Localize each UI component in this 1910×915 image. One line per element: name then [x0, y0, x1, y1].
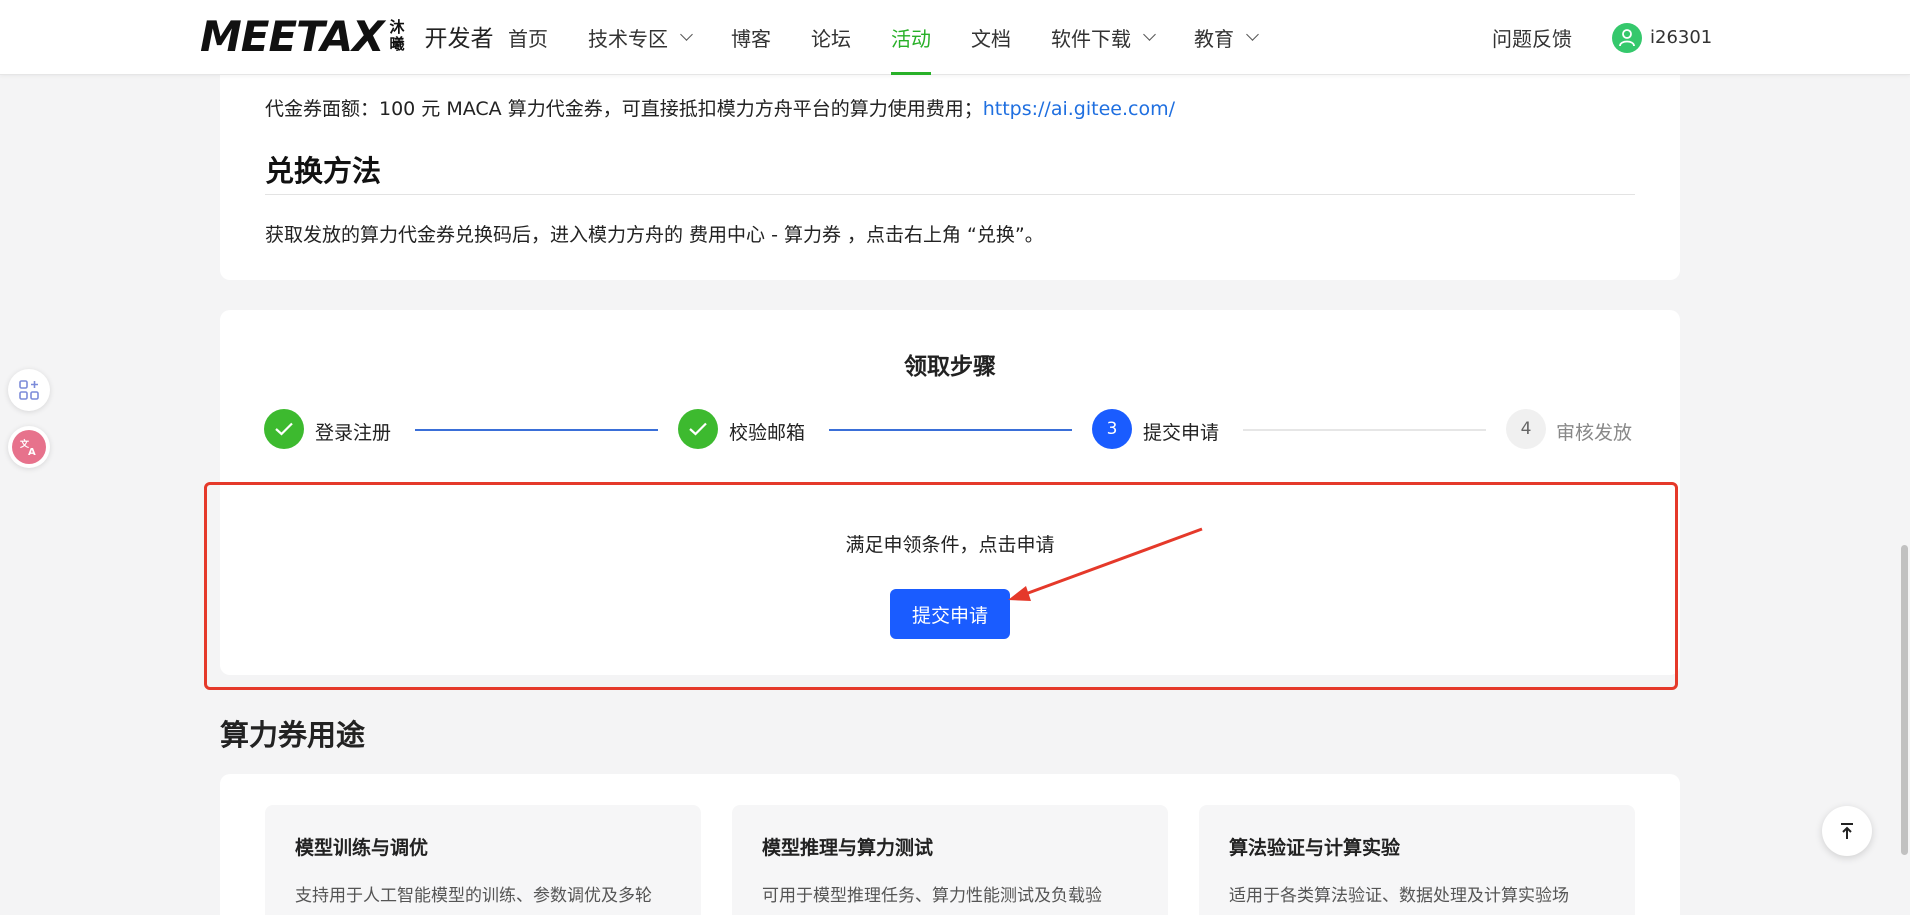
- step-connector: [1243, 429, 1486, 431]
- step-2-label: 校验邮箱: [729, 422, 806, 444]
- nav-blog[interactable]: 博客: [731, 0, 771, 75]
- chevron-down-icon: [1143, 28, 1156, 41]
- apps-icon: [19, 380, 39, 400]
- nav-label: 活动: [891, 27, 931, 51]
- step-4-number: 4: [1506, 409, 1546, 449]
- nav-label: 首页: [508, 27, 548, 51]
- apps-tool-button[interactable]: [8, 369, 50, 411]
- logo-cn-top: 沐: [389, 18, 405, 36]
- usage-item-title: 算法验证与计算实验: [1229, 837, 1401, 859]
- redeem-text: 获取发放的算力代金券兑换码后，进入模力方舟的 费用中心 - 算力券 ，点击右上角…: [265, 224, 1044, 246]
- nav-education[interactable]: 教育: [1194, 0, 1259, 75]
- logo-wordmark: MEETAX: [200, 11, 384, 61]
- top-navbar: MEETAX 沐 曦 开发者 首页 技术专区 博客 论坛 活动 文档 软件下载 …: [0, 0, 1910, 75]
- user-icon: [1619, 28, 1635, 46]
- usage-item: 模型推理与算力测试 可用于模型推理任务、算力性能测试及负载验: [732, 805, 1168, 915]
- avatar: [1612, 22, 1642, 53]
- step-connector: [415, 429, 658, 431]
- usage-item-desc: 可用于模型推理任务、算力性能测试及负载验: [762, 886, 1102, 906]
- step-3-number: 3: [1092, 409, 1132, 449]
- back-to-top-button[interactable]: [1822, 806, 1872, 856]
- highlight-box: [204, 482, 1678, 690]
- step-3-label: 提交申请: [1143, 422, 1220, 444]
- nav-label: 软件下载: [1051, 27, 1131, 51]
- nav-home[interactable]: 首页: [508, 0, 548, 75]
- nav-tech-zone[interactable]: 技术专区: [588, 0, 693, 75]
- gitee-link[interactable]: https://ai.gitee.com/: [983, 98, 1175, 120]
- username: i26301: [1650, 27, 1713, 48]
- feedback-link[interactable]: 问题反馈: [1492, 0, 1572, 75]
- step-1-label: 登录注册: [315, 422, 392, 444]
- usage-item-title: 模型推理与算力测试: [762, 837, 934, 859]
- nav-downloads[interactable]: 软件下载: [1051, 0, 1156, 75]
- nav-label: 论坛: [811, 27, 851, 51]
- site-logo[interactable]: MEETAX 沐 曦 开发者: [200, 11, 494, 61]
- nav-label: 技术专区: [588, 27, 668, 51]
- divider: [265, 194, 1635, 195]
- usage-item-title: 模型训练与调优: [295, 837, 429, 859]
- user-menu[interactable]: i26301: [1612, 0, 1712, 75]
- main-nav: 首页 技术专区 博客 论坛 活动 文档 软件下载 教育: [508, 0, 1297, 75]
- chevron-down-icon: [680, 28, 693, 41]
- steps-title: 领取步骤: [904, 354, 996, 380]
- site-label: 开发者: [424, 26, 494, 52]
- redeem-title: 兑换方法: [265, 154, 382, 188]
- voucher-amount-text: 代金券面额：100 元 MACA 算力代金券，可直接抵扣模力方舟平台的算力使用费…: [265, 98, 983, 120]
- steps-card: [220, 310, 1680, 475]
- scrollbar-thumb[interactable]: [1901, 545, 1908, 855]
- nav-events[interactable]: 活动: [891, 0, 931, 75]
- chevron-down-icon: [1246, 28, 1259, 41]
- usage-section-title: 算力券用途: [220, 718, 366, 752]
- step-4-label: 审核发放: [1556, 422, 1633, 444]
- nav-forum[interactable]: 论坛: [811, 0, 851, 75]
- translate-icon: 文 A: [12, 430, 46, 464]
- nav-label: 博客: [731, 27, 771, 51]
- step-1-check-icon: [264, 409, 304, 449]
- svg-text:A: A: [28, 447, 36, 458]
- nav-label: 教育: [1194, 27, 1234, 51]
- usage-item-desc: 支持用于人工智能模型的训练、参数调优及多轮: [295, 886, 652, 906]
- logo-cn-bottom: 曦: [389, 35, 405, 53]
- step-2-check-icon: [678, 409, 718, 449]
- step-connector: [829, 429, 1072, 431]
- arrow-up-icon: [1841, 823, 1853, 839]
- translate-tool-button[interactable]: 文 A: [8, 426, 50, 468]
- usage-item: 模型训练与调优 支持用于人工智能模型的训练、参数调优及多轮: [265, 805, 701, 915]
- nav-label: 文档: [971, 27, 1011, 51]
- voucher-amount: 代金券面额：100 元 MACA 算力代金券，可直接抵扣模力方舟平台的算力使用费…: [265, 94, 1175, 121]
- usage-item: 算法验证与计算实验 适用于各类算法验证、数据处理及计算实验场: [1199, 805, 1635, 915]
- logo-cn-mark: 沐 曦: [389, 19, 404, 53]
- usage-item-desc: 适用于各类算法验证、数据处理及计算实验场: [1229, 886, 1569, 906]
- nav-docs[interactable]: 文档: [971, 0, 1011, 75]
